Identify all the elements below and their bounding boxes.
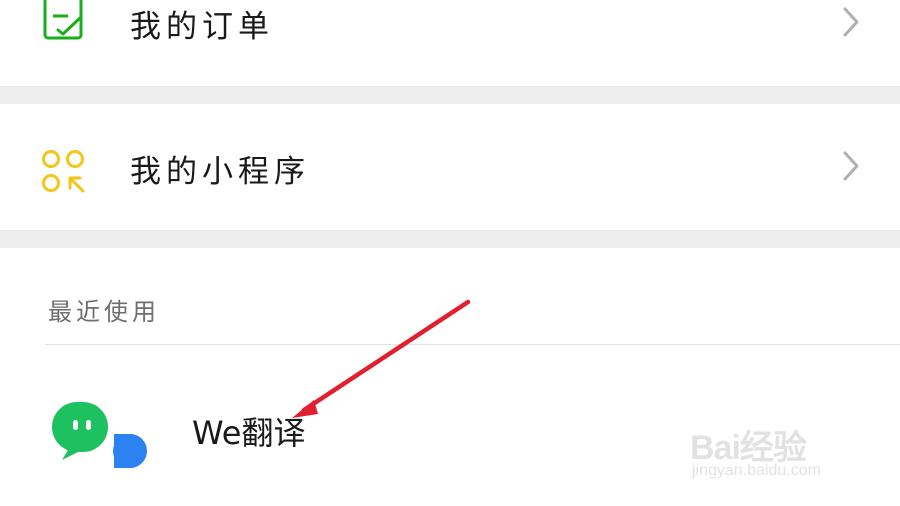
we-translate-app-icon (52, 402, 147, 468)
menu-row-orders[interactable]: 我的订单 (0, 0, 900, 86)
divider (45, 344, 900, 345)
wechat-discover-page: 我的订单 我的小程序 最近使用 We翻译 Bai经验 jingyan.baidu… (0, 0, 900, 506)
menu-label-mini-programs: 我的小程序 (130, 154, 310, 190)
menu-row-mini-programs[interactable]: 我的小程序 (0, 104, 900, 230)
mini-program-icon (42, 150, 85, 193)
section-gap (0, 86, 900, 104)
order-checklist-icon (43, 0, 83, 40)
menu-label-orders: 我的订单 (130, 9, 274, 45)
chevron-right-icon (843, 7, 859, 37)
section-gap (0, 230, 900, 248)
baidu-jingyan-watermark: Bai经验 jingyan.baidu.com (690, 406, 860, 490)
watermark-url: jingyan.baidu.com (692, 462, 821, 479)
chevron-right-icon (843, 151, 859, 181)
recent-section-title: 最近使用 (48, 298, 160, 326)
recent-item-name: We翻译 (192, 414, 306, 452)
